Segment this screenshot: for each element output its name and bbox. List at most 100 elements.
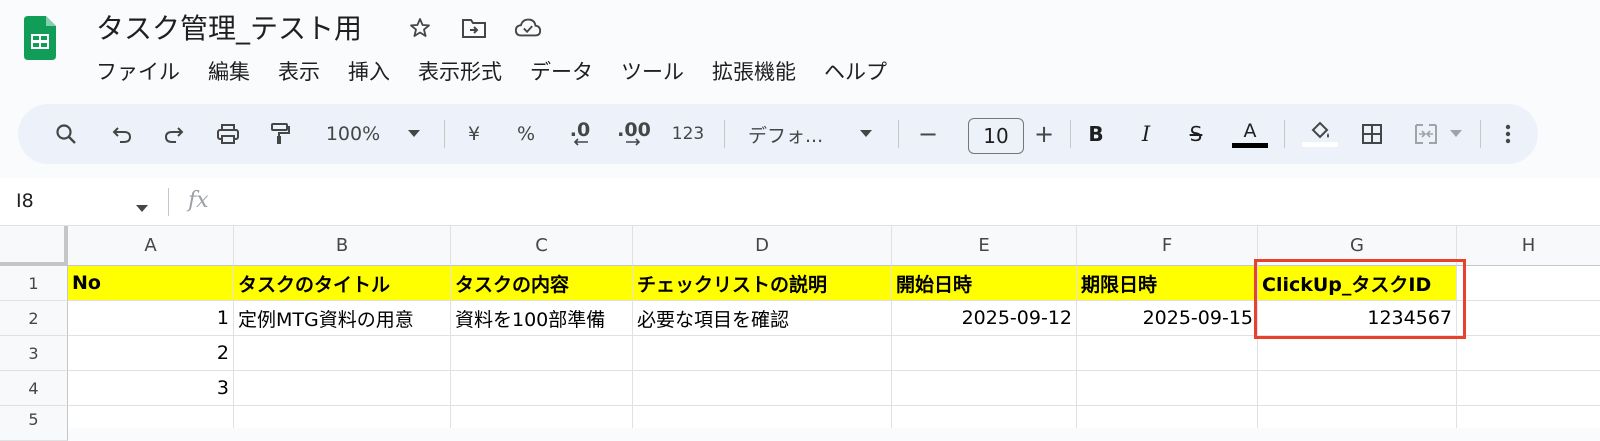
row-header-1[interactable]: 1 bbox=[0, 266, 68, 301]
cell-g4[interactable] bbox=[1258, 371, 1457, 406]
column-header-g[interactable]: G bbox=[1258, 226, 1457, 266]
cell-h3[interactable] bbox=[1457, 336, 1600, 371]
cell-f2[interactable]: 2025-09-15 bbox=[1077, 301, 1258, 336]
menu-view[interactable]: 表示 bbox=[278, 54, 320, 90]
menu-file[interactable]: ファイル bbox=[96, 54, 180, 90]
cell-e3[interactable] bbox=[892, 336, 1077, 371]
cell-g3[interactable] bbox=[1258, 336, 1457, 371]
decrease-decimal-button[interactable]: .0 bbox=[558, 114, 602, 154]
cell-b1[interactable]: タスクのタイトル bbox=[234, 266, 451, 301]
undo-icon[interactable] bbox=[104, 114, 140, 154]
redo-icon[interactable] bbox=[156, 114, 192, 154]
cell-e2[interactable]: 2025-09-12 bbox=[892, 301, 1077, 336]
row-header-4[interactable]: 4 bbox=[0, 371, 68, 406]
decrease-font-size-button[interactable]: − bbox=[912, 114, 944, 154]
cell-c5[interactable] bbox=[451, 406, 633, 428]
document-title[interactable]: タスク管理_テスト用 bbox=[96, 10, 362, 48]
name-box[interactable]: I8 bbox=[16, 190, 34, 212]
merge-dropdown-icon[interactable] bbox=[1446, 114, 1466, 154]
font-family-select[interactable]: デフォ... bbox=[742, 114, 852, 154]
spreadsheet-grid: A B C D E F G H 1 2 3 4 5 No タスクのタイトル タス… bbox=[0, 226, 1600, 441]
cell-b3[interactable] bbox=[234, 336, 451, 371]
increase-decimal-button[interactable]: .00 bbox=[612, 114, 656, 154]
row-header-3[interactable]: 3 bbox=[0, 336, 68, 371]
menu-extensions[interactable]: 拡張機能 bbox=[712, 54, 796, 90]
borders-icon[interactable] bbox=[1354, 114, 1390, 154]
cell-c4[interactable] bbox=[451, 371, 633, 406]
cell-f3[interactable] bbox=[1077, 336, 1258, 371]
toolbar-divider bbox=[1480, 120, 1481, 148]
column-header-a[interactable]: A bbox=[68, 226, 234, 266]
menu-tools[interactable]: ツール bbox=[621, 54, 684, 90]
cell-d5[interactable] bbox=[633, 406, 892, 428]
increase-font-size-button[interactable]: + bbox=[1028, 114, 1060, 154]
cell-g2[interactable]: 1234567 bbox=[1258, 301, 1457, 336]
merge-cells-icon[interactable] bbox=[1408, 114, 1444, 154]
cell-h4[interactable] bbox=[1457, 371, 1600, 406]
font-size-input[interactable]: 10 bbox=[968, 118, 1024, 154]
menu-insert[interactable]: 挿入 bbox=[348, 54, 390, 90]
cell-h5[interactable] bbox=[1457, 406, 1600, 428]
toolbar-divider bbox=[444, 120, 445, 148]
cell-d3[interactable] bbox=[633, 336, 892, 371]
more-options-icon[interactable] bbox=[1496, 114, 1520, 154]
move-folder-icon[interactable] bbox=[460, 14, 488, 42]
cell-a3[interactable]: 2 bbox=[68, 336, 234, 371]
cell-f1[interactable]: 期限日時 bbox=[1077, 266, 1258, 301]
strikethrough-button[interactable]: S bbox=[1178, 114, 1214, 154]
column-header-d[interactable]: D bbox=[633, 226, 892, 266]
cell-g1[interactable]: ClickUp_タスクID bbox=[1258, 266, 1457, 301]
menu-format[interactable]: 表示形式 bbox=[418, 54, 502, 90]
cell-e1[interactable]: 開始日時 bbox=[892, 266, 1077, 301]
search-icon[interactable] bbox=[48, 114, 84, 154]
zoom-dropdown-icon[interactable] bbox=[402, 114, 426, 154]
cell-c2[interactable]: 資料を100部準備 bbox=[451, 301, 633, 336]
cell-f4[interactable] bbox=[1077, 371, 1258, 406]
cell-e5[interactable] bbox=[892, 406, 1077, 428]
menu-edit[interactable]: 編集 bbox=[208, 54, 250, 90]
cell-c1[interactable]: タスクの内容 bbox=[451, 266, 633, 301]
cell-c3[interactable] bbox=[451, 336, 633, 371]
bold-button[interactable]: B bbox=[1078, 114, 1114, 154]
cell-h2[interactable] bbox=[1457, 301, 1600, 336]
column-header-e[interactable]: E bbox=[892, 226, 1077, 266]
star-icon[interactable] bbox=[406, 14, 434, 42]
row-header-2[interactable]: 2 bbox=[0, 301, 68, 336]
column-header-b[interactable]: B bbox=[234, 226, 451, 266]
cell-e4[interactable] bbox=[892, 371, 1077, 406]
row-header-5[interactable]: 5 bbox=[0, 406, 68, 441]
italic-button[interactable]: I bbox=[1128, 114, 1164, 154]
select-all-corner[interactable] bbox=[0, 226, 68, 266]
cell-g5[interactable] bbox=[1258, 406, 1457, 428]
column-header-f[interactable]: F bbox=[1077, 226, 1258, 266]
cell-h1[interactable] bbox=[1457, 266, 1600, 301]
column-header-c[interactable]: C bbox=[451, 226, 633, 266]
print-icon[interactable] bbox=[210, 114, 246, 154]
font-dropdown-icon[interactable] bbox=[854, 114, 878, 154]
zoom-select[interactable]: 100% bbox=[318, 114, 388, 154]
name-box-dropdown-icon[interactable] bbox=[136, 198, 148, 217]
paint-format-icon[interactable] bbox=[262, 114, 298, 154]
menu-help[interactable]: ヘルプ bbox=[824, 54, 887, 90]
increase-decimal-label: .00 bbox=[617, 119, 651, 141]
cell-b5[interactable] bbox=[234, 406, 451, 428]
text-color-button[interactable]: A bbox=[1230, 114, 1270, 154]
cell-d1[interactable]: チェックリストの説明 bbox=[633, 266, 892, 301]
percent-format-button[interactable]: % bbox=[510, 114, 542, 154]
sheets-logo-icon[interactable] bbox=[24, 16, 56, 60]
more-formats-button[interactable]: 123 bbox=[666, 114, 710, 154]
cell-b4[interactable] bbox=[234, 371, 451, 406]
column-header-h[interactable]: H bbox=[1457, 226, 1600, 266]
cell-a5[interactable] bbox=[68, 406, 234, 428]
fill-color-icon[interactable] bbox=[1300, 114, 1340, 154]
currency-format-button[interactable]: ¥ bbox=[458, 114, 490, 154]
cell-b2[interactable]: 定例MTG資料の用意 bbox=[234, 301, 451, 336]
menu-data[interactable]: データ bbox=[530, 54, 593, 90]
cell-a4[interactable]: 3 bbox=[68, 371, 234, 406]
cell-d4[interactable] bbox=[633, 371, 892, 406]
cell-a2[interactable]: 1 bbox=[68, 301, 234, 336]
cell-f5[interactable] bbox=[1077, 406, 1258, 428]
cell-a1[interactable]: No bbox=[68, 266, 234, 301]
cell-d2[interactable]: 必要な項目を確認 bbox=[633, 301, 892, 336]
cloud-saved-icon[interactable] bbox=[514, 14, 542, 42]
